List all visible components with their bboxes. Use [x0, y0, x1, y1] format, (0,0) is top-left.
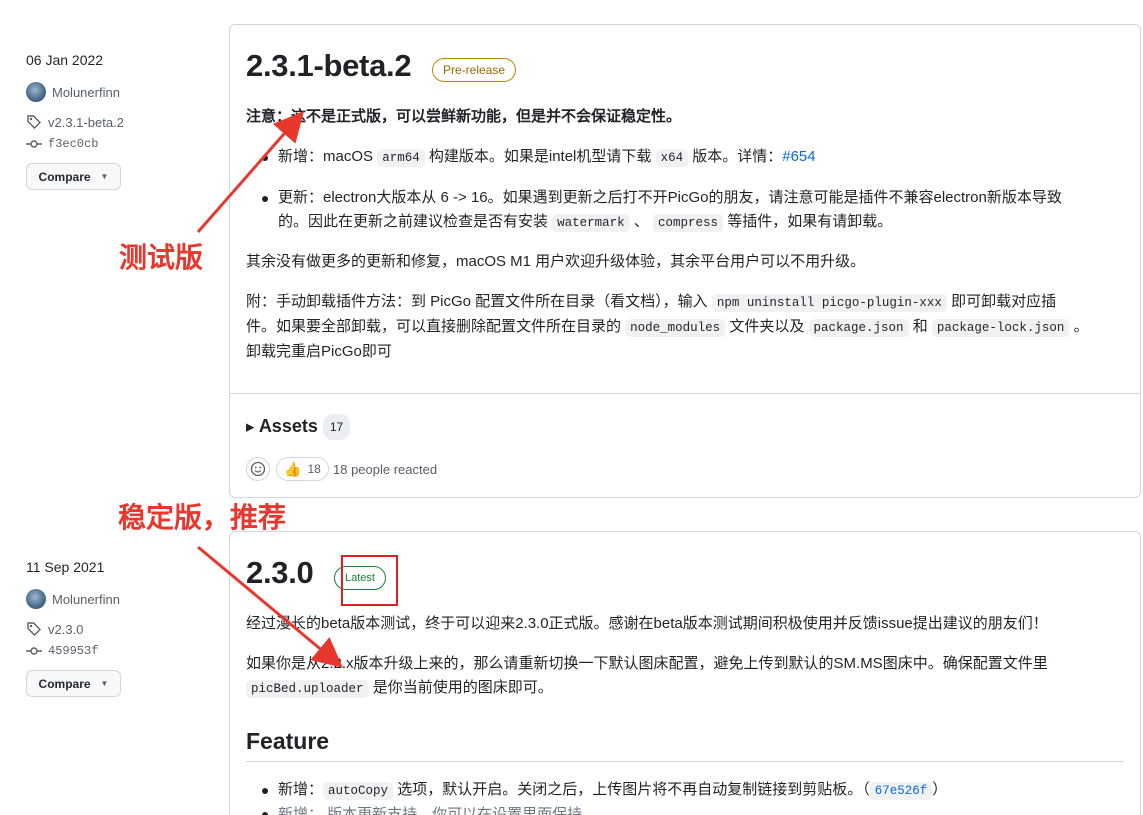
annotation-arrows: [196, 111, 343, 668]
arrow-to-stable: [197, 545, 343, 668]
arrow-to-beta: [196, 111, 304, 233]
